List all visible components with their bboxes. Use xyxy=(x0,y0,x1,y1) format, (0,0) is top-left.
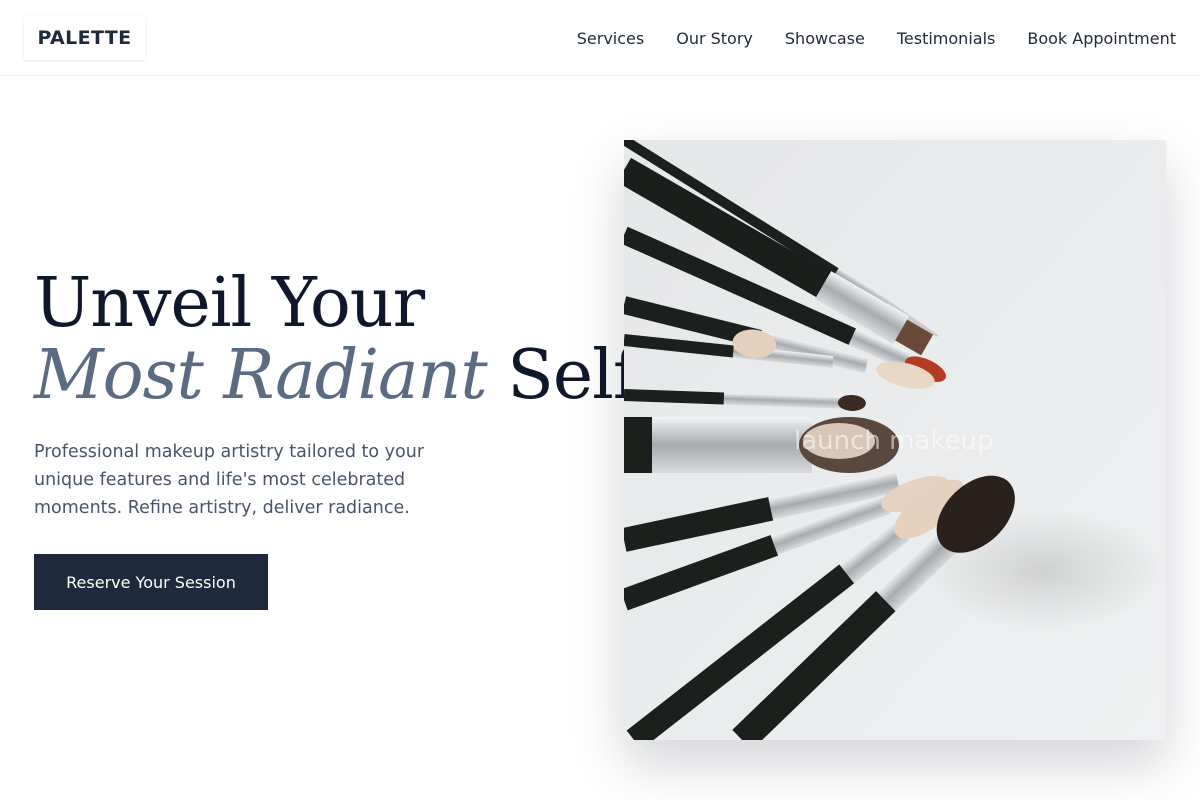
hero-subtitle: Professional makeup artistry tailored to… xyxy=(34,442,425,518)
headline-line-2: Most Radiant Self. xyxy=(34,340,656,412)
top-navigation-bar: PALETTE Services Our Story Showcase Test… xyxy=(0,0,1200,76)
nav-link-book-appointment[interactable]: Book Appointment xyxy=(1027,29,1176,48)
reserve-session-button[interactable]: Reserve Your Session xyxy=(34,554,268,610)
headline-line-1: Unveil Your xyxy=(34,264,425,343)
nav-link-services[interactable]: Services xyxy=(577,29,644,48)
hero-headline: Unveil Your Most Radiant Self. xyxy=(34,264,656,412)
brand-logo[interactable]: PALETTE xyxy=(24,16,145,60)
image-watermark: launch makeup xyxy=(794,426,994,456)
hero-image-makeup-brushes: launch makeup xyxy=(624,140,1166,740)
nav-link-testimonials[interactable]: Testimonials xyxy=(897,29,996,48)
nav-link-our-story[interactable]: Our Story xyxy=(676,29,753,48)
nav-link-showcase[interactable]: Showcase xyxy=(785,29,865,48)
headline-emphasis: Most Radiant xyxy=(34,336,488,415)
main-nav: Services Our Story Showcase Testimonials… xyxy=(577,0,1176,76)
